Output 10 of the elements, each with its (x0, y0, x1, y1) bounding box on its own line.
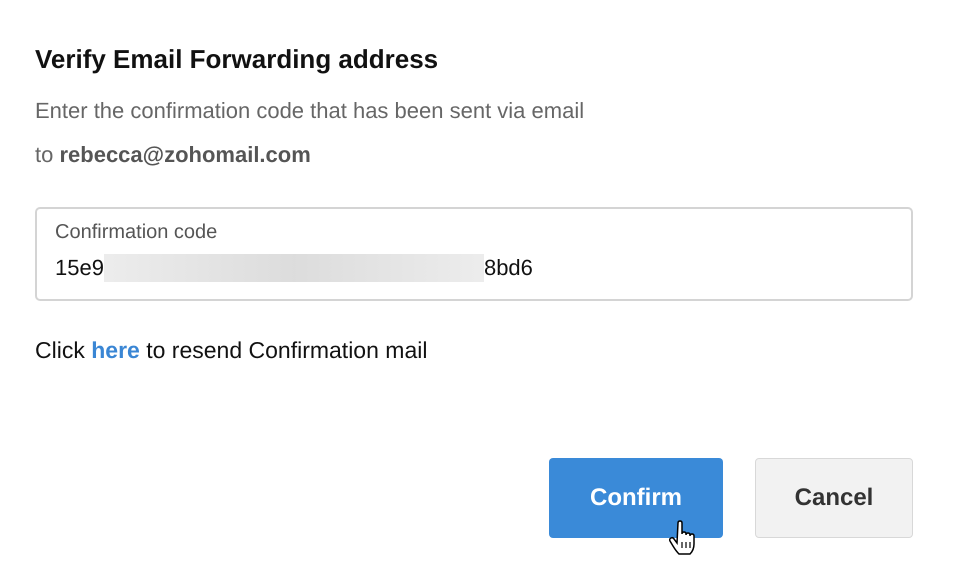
code-value: 8bd6 (484, 255, 533, 281)
description-text: Enter the confirmation code that has been sent via email (35, 97, 586, 125)
cancel-button[interactable]: Cancel (755, 458, 913, 538)
code-value: 15e9 (55, 255, 104, 281)
field-label: Confirmation code (55, 221, 218, 244)
description-text: to rebecca@zohomail.com (35, 141, 312, 169)
confirmation-code-field[interactable]: Confirmation code 15e9 8bd6 (35, 207, 913, 301)
resend-link[interactable]: here (91, 337, 140, 363)
dialog-title: Verify Email Forwarding address (35, 44, 440, 75)
resend-text: Click here to resend Confirmation mail (35, 337, 428, 364)
